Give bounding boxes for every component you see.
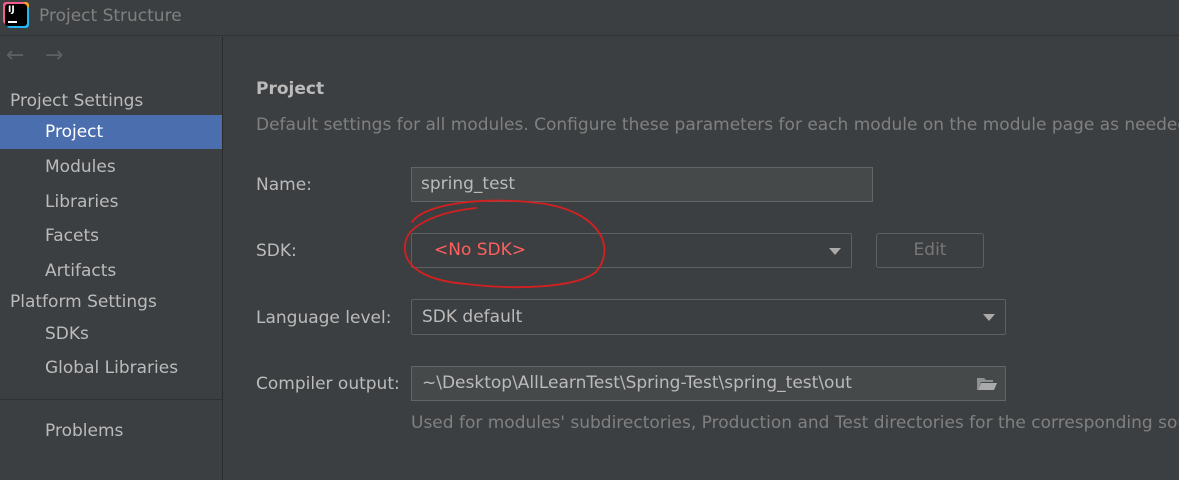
sidebar-item-artifacts[interactable]: Artifacts — [0, 254, 222, 288]
sdk-label: SDK: — [256, 241, 297, 261]
sidebar-item-sdks[interactable]: SDKs — [0, 317, 222, 351]
language-level-value: SDK default — [422, 307, 523, 327]
title-bar: IJ Project Structure — [0, 0, 1179, 36]
back-arrow-icon[interactable]: ← — [6, 45, 24, 67]
name-label: Name: — [256, 175, 312, 195]
sidebar-item-project[interactable]: Project — [0, 115, 222, 149]
sdk-dropdown-value: <No SDK> — [434, 240, 527, 260]
chevron-down-icon — [983, 314, 995, 321]
language-level-dropdown[interactable]: SDK default — [411, 299, 1006, 335]
sdk-dropdown[interactable]: <No SDK> — [411, 233, 852, 268]
page-description: Default settings for all modules. Config… — [256, 115, 1179, 135]
sidebar-item-modules[interactable]: Modules — [0, 150, 222, 184]
compiler-output-value: ~\Desktop\AllLearnTest\Spring-Test\sprin… — [422, 373, 852, 393]
folder-icon[interactable] — [977, 377, 997, 391]
sidebar-item-problems[interactable]: Problems — [0, 414, 222, 448]
sidebar-item-facets[interactable]: Facets — [0, 219, 222, 253]
project-name-input[interactable]: spring_test — [411, 167, 873, 202]
chevron-down-icon — [829, 248, 841, 255]
compiler-output-label: Compiler output: — [256, 374, 400, 394]
compiler-output-input[interactable]: ~\Desktop\AllLearnTest\Spring-Test\sprin… — [411, 366, 1006, 401]
page-title: Project — [256, 79, 325, 99]
project-settings-panel: Project Default settings for all modules… — [224, 37, 1179, 480]
sidebar-divider — [0, 399, 222, 400]
window-title: Project Structure — [39, 6, 182, 26]
sdk-edit-button[interactable]: Edit — [876, 233, 984, 268]
language-level-label: Language level: — [256, 308, 392, 328]
sidebar-item-global-libraries[interactable]: Global Libraries — [0, 351, 222, 385]
forward-arrow-icon[interactable]: → — [45, 45, 63, 67]
compiler-output-hint: Used for modules' subdirectories, Produc… — [411, 413, 1179, 433]
intellij-logo-icon: IJ — [5, 4, 27, 26]
section-header-project-settings: Project Settings — [10, 91, 144, 111]
section-header-platform-settings: Platform Settings — [10, 292, 157, 312]
sidebar-item-libraries[interactable]: Libraries — [0, 185, 222, 219]
sidebar: ← → Project Settings Project Modules Lib… — [0, 37, 223, 480]
